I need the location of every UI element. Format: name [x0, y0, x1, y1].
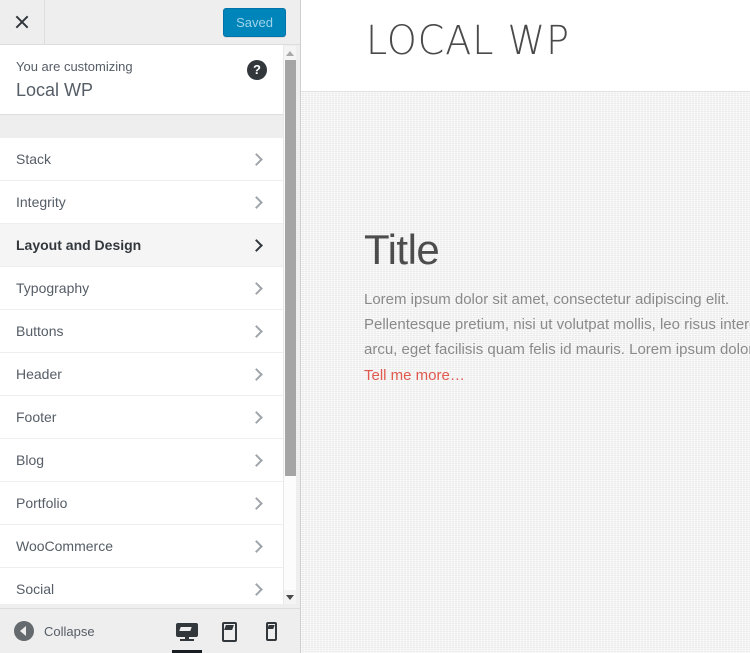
- mobile-icon: [265, 622, 277, 641]
- sidebar-item-label: Footer: [16, 409, 57, 425]
- close-icon: [14, 14, 30, 30]
- sidebar-item-stack[interactable]: Stack: [0, 138, 283, 181]
- device-desktop-button[interactable]: [166, 609, 208, 653]
- sidebar-item-label: Blog: [16, 452, 45, 468]
- preview-site-header: LOCAL WP: [301, 0, 750, 92]
- scroll-up-arrow-icon[interactable]: [284, 46, 296, 60]
- customizer-sidebar: Saved You are customizing Local WP ? Sta…: [0, 0, 300, 653]
- site-preview-frame[interactable]: LOCAL WP Title Lorem ipsum dolor sit ame…: [300, 0, 750, 653]
- chevron-right-icon: [250, 453, 263, 467]
- sidebar-item-buttons[interactable]: Buttons: [0, 310, 283, 353]
- preview-site-title: LOCAL WP: [366, 17, 570, 64]
- chevron-right-icon: [250, 324, 263, 338]
- preview-content-paragraph-line: Pellentesque pretium, nisi ut volutpat m…: [364, 316, 750, 333]
- chevron-right-icon: [250, 496, 263, 510]
- sidebar-item-social[interactable]: Social: [0, 568, 283, 604]
- sidebar-item-label: WooCommerce: [16, 538, 113, 554]
- device-preview-group: [166, 609, 292, 653]
- scroll-down-arrow-icon[interactable]: [284, 590, 296, 604]
- collapse-arrow-icon: [14, 621, 34, 641]
- chevron-right-icon: [250, 238, 263, 252]
- sidebar-item-blog[interactable]: Blog: [0, 439, 283, 482]
- sidebar-item-portfolio[interactable]: Portfolio: [0, 482, 283, 525]
- sidebar-item-label: Typography: [16, 280, 90, 296]
- site-name-title: Local WP: [16, 80, 94, 100]
- customizer-panel-list: Stack Integrity Layout and Design Typogr…: [0, 138, 283, 604]
- panel-list-gap: [0, 116, 283, 138]
- sidebar-item-typography[interactable]: Typography: [0, 267, 283, 310]
- sidebar-item-label: Social: [16, 581, 55, 597]
- triangle-down-glyph: [286, 594, 294, 600]
- chevron-right-icon: [250, 281, 263, 295]
- preview-content-paragraph-line: arcu, eget facilisis quam felis id mauri…: [364, 341, 750, 358]
- tablet-icon: [221, 621, 237, 642]
- sidebar-item-woocommerce[interactable]: WooCommerce: [0, 525, 283, 568]
- customizer-footer-bar: Collapse: [0, 608, 300, 653]
- triangle-up-glyph: [286, 50, 294, 56]
- customizing-info-panel: You are customizing Local WP ?: [0, 45, 283, 115]
- save-button[interactable]: Saved: [223, 8, 286, 37]
- sidebar-item-header[interactable]: Header: [0, 353, 283, 396]
- triangle-left-glyph: [20, 626, 26, 636]
- scrollbar-thumb[interactable]: [285, 60, 296, 476]
- desktop-icon: [176, 622, 198, 641]
- collapse-label: Collapse: [44, 623, 95, 639]
- collapse-button[interactable]: Collapse: [14, 609, 95, 653]
- tell-me-more-link[interactable]: Tell me more…: [364, 363, 465, 388]
- close-customizer-button[interactable]: [0, 0, 45, 44]
- chevron-right-icon: [250, 410, 263, 424]
- chevron-right-icon: [250, 582, 263, 596]
- chevron-right-icon: [250, 367, 263, 381]
- sidebar-item-label: Header: [16, 366, 62, 382]
- sidebar-item-label: Layout and Design: [16, 237, 142, 253]
- chevron-right-icon: [250, 539, 263, 553]
- chevron-right-icon: [250, 195, 263, 209]
- sidebar-item-footer[interactable]: Footer: [0, 396, 283, 439]
- device-mobile-button[interactable]: [250, 609, 292, 653]
- sidebar-item-label: Integrity: [16, 194, 66, 210]
- help-icon[interactable]: ?: [247, 60, 267, 80]
- preview-content-paragraph-line: Lorem ipsum dolor sit amet, consectetur …: [364, 291, 730, 308]
- sidebar-scrollbar[interactable]: [283, 46, 296, 604]
- customizing-eyebrow: You are customizing: [16, 59, 133, 74]
- sidebar-item-layout-and-design[interactable]: Layout and Design: [0, 224, 283, 267]
- preview-site-body: Title Lorem ipsum dolor sit amet, consec…: [301, 92, 750, 653]
- device-tablet-button[interactable]: [208, 609, 250, 653]
- customizer-topbar: Saved: [0, 0, 300, 45]
- preview-content-block: Title Lorem ipsum dolor sit amet, consec…: [364, 225, 750, 388]
- sidebar-item-label: Portfolio: [16, 495, 68, 511]
- chevron-right-icon: [250, 152, 263, 166]
- preview-content-heading: Title: [364, 226, 440, 273]
- sidebar-item-integrity[interactable]: Integrity: [0, 181, 283, 224]
- customizer-app: Saved You are customizing Local WP ? Sta…: [0, 0, 750, 653]
- sidebar-item-label: Buttons: [16, 323, 64, 339]
- sidebar-item-label: Stack: [16, 151, 52, 167]
